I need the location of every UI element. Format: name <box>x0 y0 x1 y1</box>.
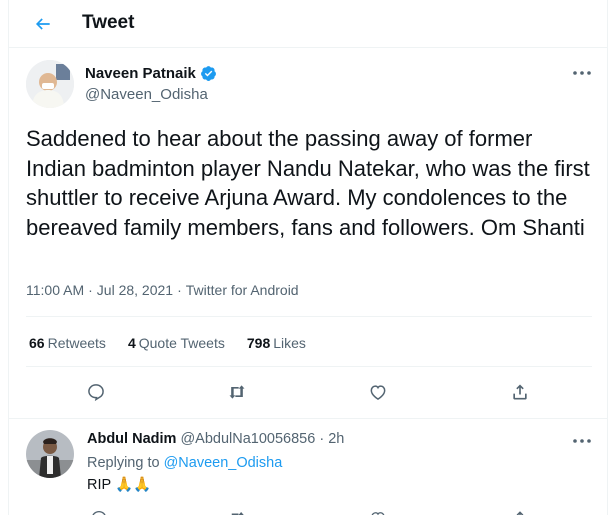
reply-author-row[interactable]: Abdul Nadim @AbdulNa10056856 · 2h <box>87 431 344 447</box>
reply-author-name[interactable]: Abdul Nadim <box>87 431 176 447</box>
author-name[interactable]: Naveen Patnaik <box>85 65 196 82</box>
arrow-left-icon <box>35 18 50 30</box>
divider <box>26 366 592 367</box>
divider <box>9 418 607 419</box>
retweet-icon <box>229 385 245 399</box>
reply-text: RIP 🙏🙏 <box>87 477 152 493</box>
retweet-icon <box>231 512 244 515</box>
divider <box>26 316 592 317</box>
tweet-detail-panel: Tweet Naveen Patnaik @Naveen_Odisha Sadd… <box>8 0 608 515</box>
more-horizontal-icon <box>573 439 591 443</box>
author-avatar[interactable] <box>26 60 74 108</box>
share-icon <box>513 384 527 400</box>
tweet-timestamp[interactable]: 11:00 AM · Jul 28, 2021 · Twitter for Androi… <box>26 282 299 298</box>
reply-icon <box>88 384 104 402</box>
reply-icon <box>92 510 106 515</box>
author-name-row[interactable]: Naveen Patnaik <box>85 65 217 82</box>
reply-like-button[interactable] <box>366 506 390 515</box>
reply-author-handle[interactable]: @AbdulNa10056856 <box>180 431 315 447</box>
page-title: Tweet <box>82 12 135 33</box>
back-button[interactable] <box>29 10 57 38</box>
likes-stat[interactable]: 798 Likes <box>247 335 306 351</box>
reply-more-options-button[interactable] <box>570 431 594 451</box>
quote-tweets-stat[interactable]: 4 Quote Tweets <box>128 335 225 351</box>
reply-share-button[interactable] <box>508 506 532 515</box>
verified-badge-icon <box>200 66 216 81</box>
reply-retweet-button[interactable] <box>225 506 249 515</box>
tweet-time[interactable]: 11:00 AM <box>26 282 84 298</box>
reply-avatar[interactable] <box>26 430 74 478</box>
reply-age[interactable]: 2h <box>328 431 344 447</box>
replying-to-handle-link[interactable]: @Naveen_Odisha <box>164 455 283 471</box>
share-button[interactable] <box>508 380 532 404</box>
retweet-button[interactable] <box>225 380 249 404</box>
tweet-actions <box>9 380 607 408</box>
like-button[interactable] <box>366 380 390 404</box>
header: Tweet <box>9 0 607 48</box>
heart-icon <box>370 385 386 400</box>
retweets-stat[interactable]: 66 Retweets <box>29 335 106 351</box>
tweet-stats: 66 Retweets 4 Quote Tweets 798 Likes <box>29 335 306 351</box>
heart-icon <box>371 512 385 515</box>
author-handle[interactable]: @Naveen_Odisha <box>85 86 208 103</box>
tweet-date[interactable]: Jul 28, 2021 <box>97 282 173 298</box>
more-options-button[interactable] <box>570 63 594 83</box>
reply-actions <box>9 506 607 515</box>
tweet-text: Saddened to hear about the passing away … <box>26 126 590 240</box>
more-horizontal-icon <box>573 71 591 75</box>
reply-reply-button[interactable] <box>87 506 111 515</box>
share-icon <box>516 511 524 515</box>
replying-to: Replying to @Naveen_Odisha <box>87 455 283 471</box>
reply-button[interactable] <box>84 380 108 404</box>
tweet-source[interactable]: Twitter for Android <box>186 282 299 298</box>
